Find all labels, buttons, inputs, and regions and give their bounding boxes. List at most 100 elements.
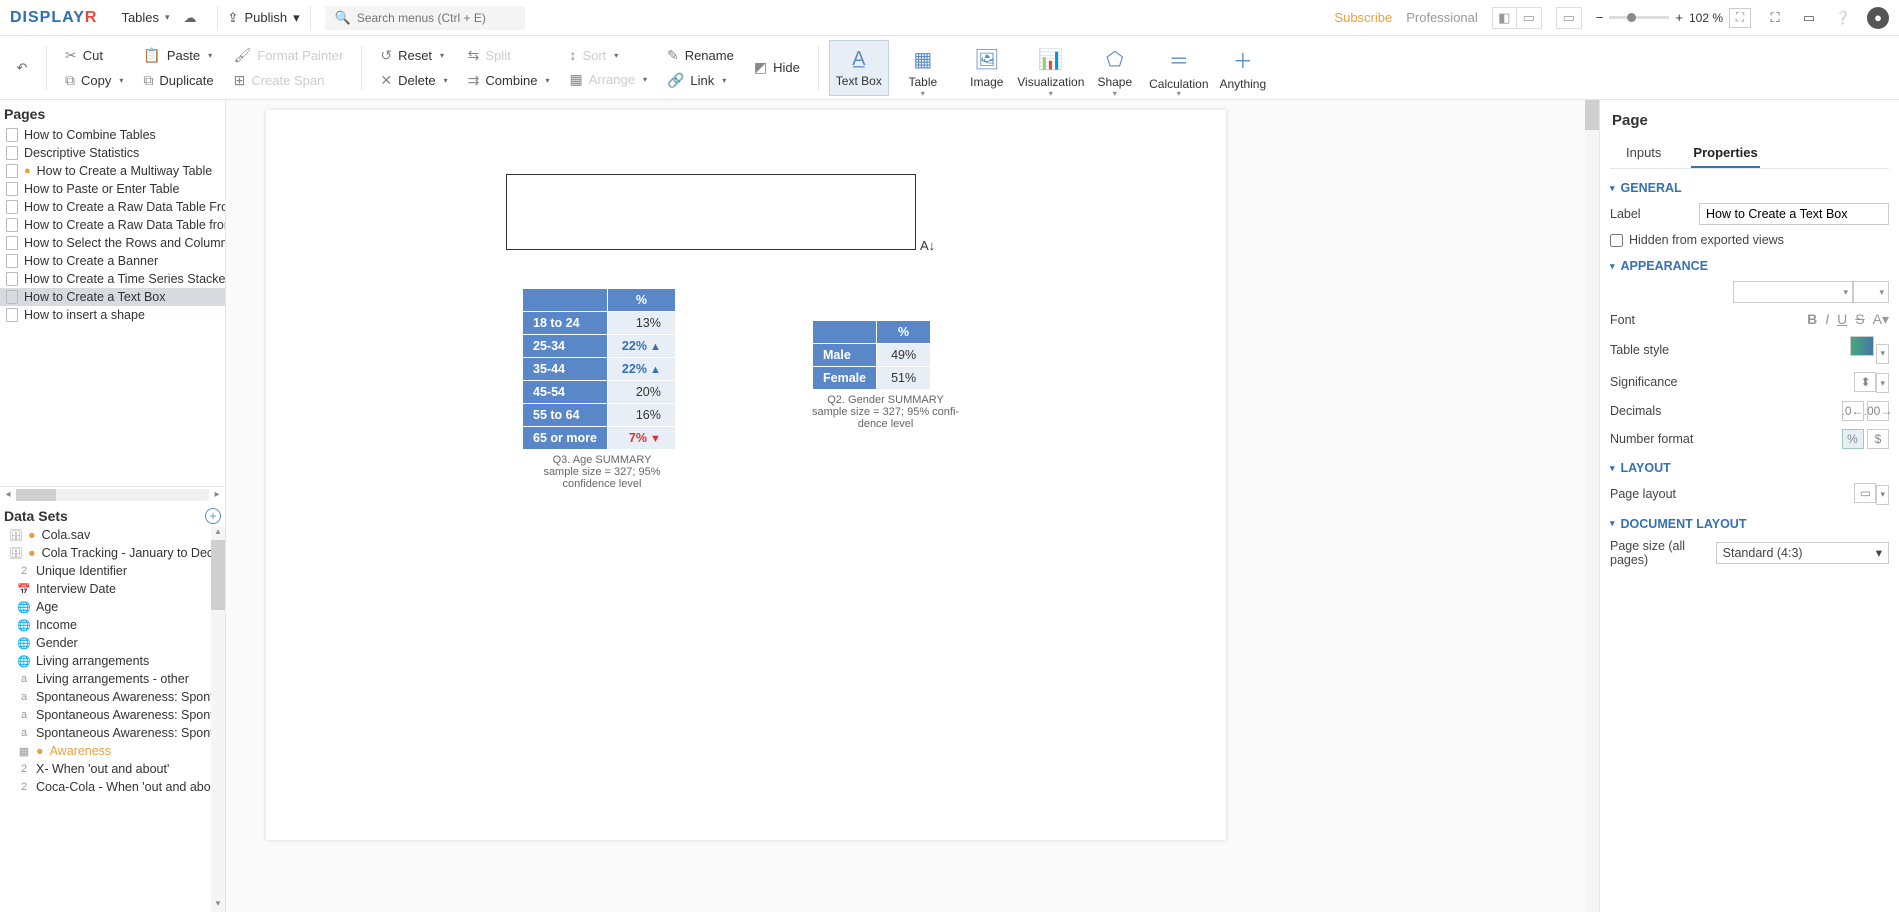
user-avatar[interactable]: ● [1867, 7, 1889, 29]
search-input[interactable] [357, 11, 515, 25]
zoom-slider[interactable] [1609, 16, 1669, 19]
dataset-item[interactable]: aSpontaneous Awareness: Spontaneou [0, 724, 225, 742]
insert-visualization-button[interactable]: 📊Visualization▾ [1021, 40, 1081, 96]
delete-button[interactable]: ✕Delete▾ [372, 70, 455, 91]
page-item[interactable]: How to Create a Raw Data Table From a V [0, 198, 225, 216]
zoom-fit-icon[interactable]: ⛶ [1729, 8, 1751, 28]
dataset-item[interactable]: 🌐Income [0, 616, 225, 634]
page-item[interactable]: How to Create a Text Box [0, 288, 225, 306]
page-layout-preset[interactable]: ▭ [1854, 483, 1876, 503]
insert-image-button[interactable]: 🖼Image [957, 40, 1017, 96]
paste-button[interactable]: 📋Paste▾ [135, 45, 221, 66]
table-style-swatch[interactable] [1850, 336, 1874, 356]
age-table[interactable]: % 18 to 2413%25-3422%▲35-4422%▲45-5420%5… [522, 288, 682, 490]
dataset-item[interactable]: 🌐Age [0, 598, 225, 616]
copy-button[interactable]: ⧉Copy▾ [57, 70, 131, 91]
sort-button[interactable]: ↕Sort▾ [561, 45, 655, 65]
pages-list[interactable]: How to Combine TablesDescriptive Statist… [0, 126, 225, 486]
datasets-vscroll[interactable]: ▴ ▾ [211, 526, 225, 912]
insert-calculation-button[interactable]: ＝Calculation▾ [1149, 40, 1209, 96]
dataset-item[interactable]: 📅Interview Date [0, 580, 225, 598]
zoom-out-icon[interactable]: − [1596, 10, 1604, 25]
bold-button[interactable]: B [1807, 311, 1817, 328]
hide-button[interactable]: ◩Hide [746, 57, 808, 78]
tab-properties[interactable]: Properties [1691, 139, 1759, 168]
dataset-item[interactable]: aSpontaneous Awareness: Spontaneou [0, 688, 225, 706]
page-item[interactable]: How to Combine Tables [0, 126, 225, 144]
help-icon[interactable]: ❔ [1833, 8, 1853, 28]
create-span-button[interactable]: ⊞Create Span [226, 70, 352, 91]
insert-textbox-button[interactable]: A̲Text Box [829, 40, 889, 96]
view-right-icon[interactable]: ▭ [1517, 8, 1541, 28]
tab-inputs[interactable]: Inputs [1624, 139, 1663, 168]
page-item[interactable]: How to Create a Banner [0, 252, 225, 270]
hidden-checkbox[interactable]: Hidden from exported views [1610, 233, 1784, 247]
currency-format-button[interactable]: $ [1867, 429, 1889, 449]
label-input[interactable] [1699, 203, 1889, 225]
insert-shape-button[interactable]: ⬠Shape▾ [1085, 40, 1145, 96]
page-item[interactable]: How to Select the Rows and Columns to A [0, 234, 225, 252]
scroll-down-icon[interactable]: ▾ [211, 898, 225, 912]
decimals-increase[interactable]: .00→ [1867, 401, 1889, 421]
table-style-select[interactable]: ▾ [1876, 344, 1889, 364]
page-layout-select[interactable]: ▾ [1876, 485, 1889, 505]
page-item[interactable]: How to Create a Raw Data Table from Var [0, 216, 225, 234]
fullscreen-icon[interactable]: ⛶ [1765, 8, 1785, 28]
page-item[interactable]: How to Create a Time Series Stacked by Y [0, 270, 225, 288]
reset-button[interactable]: ↺Reset▾ [372, 45, 455, 66]
insert-table-button[interactable]: ▦Table▾ [893, 40, 953, 96]
page-size-select[interactable]: Standard (4:3)▾ [1716, 542, 1889, 564]
rename-button[interactable]: ✎Rename [659, 45, 742, 66]
combine-button[interactable]: ⇉Combine▾ [460, 70, 558, 91]
split-button[interactable]: ⇆Split [460, 45, 558, 66]
cloud-icon[interactable]: ☁ [184, 10, 197, 26]
undo-button[interactable]: ↶ [8, 60, 36, 76]
text-box-element[interactable] [506, 174, 916, 250]
cut-button[interactable]: ✂Cut [57, 45, 131, 66]
dataset-item[interactable]: 🌐Living arrangements [0, 652, 225, 670]
single-page-icon[interactable]: ▭ [1557, 8, 1581, 28]
italic-button[interactable]: I [1825, 311, 1829, 328]
insert-anything-button[interactable]: ＋Anything [1213, 40, 1273, 96]
strike-button[interactable]: S [1855, 311, 1864, 328]
page-item[interactable]: How to insert a shape [0, 306, 225, 324]
section-appearance[interactable]: ▾APPEARANCE [1610, 259, 1889, 273]
zoom-control[interactable]: − + 102 % ⛶ [1596, 8, 1751, 28]
dataset-item[interactable]: 🌐Gender [0, 634, 225, 652]
pages-hscroll[interactable]: ◂ ▸ [0, 486, 225, 502]
dataset-item[interactable]: 🗄●Cola.sav [0, 526, 225, 544]
add-dataset-button[interactable]: + [205, 508, 221, 524]
font-color-button[interactable]: A▾ [1873, 311, 1889, 328]
dataset-item[interactable]: 2X- When 'out and about' [0, 760, 225, 778]
publish-menu[interactable]: ⇪ Publish▾ [217, 6, 311, 30]
scroll-up-icon[interactable]: ▴ [211, 526, 225, 540]
layout-toggle[interactable]: ▭ [1556, 7, 1582, 29]
subscribe-link[interactable]: Subscribe [1334, 10, 1392, 25]
dataset-item[interactable]: aSpontaneous Awareness: Spontaneou [0, 706, 225, 724]
significance-preset[interactable]: ⬍ [1854, 372, 1876, 392]
scroll-left-icon[interactable]: ◂ [0, 489, 16, 500]
section-document-layout[interactable]: ▾DOCUMENT LAYOUT [1610, 517, 1889, 531]
font-family-select[interactable]: ▾ [1733, 281, 1853, 303]
datasets-list[interactable]: 🗄●Cola.sav🗄●Cola Tracking - January to D… [0, 526, 225, 912]
gender-table[interactable]: % Male49%Female51% Q2. Gender SUMMARY sa… [812, 320, 959, 430]
percent-format-button[interactable]: % [1842, 429, 1864, 449]
search-input-wrap[interactable]: 🔍 [325, 6, 525, 30]
arrange-button[interactable]: ▦Arrange▾ [561, 69, 655, 90]
view-toggle[interactable]: ◧ ▭ [1492, 7, 1542, 29]
dataset-item[interactable]: 2Coca-Cola - When 'out and about' [0, 778, 225, 796]
scroll-right-icon[interactable]: ▸ [209, 489, 225, 500]
zoom-in-icon[interactable]: + [1675, 10, 1683, 25]
significance-select[interactable]: ▾ [1876, 373, 1889, 393]
page-item[interactable]: How to Paste or Enter Table [0, 180, 225, 198]
dataset-item[interactable]: 2Unique Identifier [0, 562, 225, 580]
link-button[interactable]: 🔗Link▾ [659, 70, 742, 91]
dataset-item[interactable]: 🗄●Cola Tracking - January to December [0, 544, 225, 562]
page-item[interactable]: ●How to Create a Multiway Table [0, 162, 225, 180]
view-both-icon[interactable]: ◧ [1493, 8, 1517, 28]
decimals-decrease[interactable]: .0← [1842, 401, 1864, 421]
page-item[interactable]: Descriptive Statistics [0, 144, 225, 162]
section-general[interactable]: ▾GENERAL [1610, 181, 1889, 195]
page-canvas[interactable]: A↓ % 18 to 2413%25-3422%▲35-4422%▲45-542… [266, 110, 1226, 840]
format-painter-button[interactable]: 🖌Format Painter [226, 45, 352, 66]
